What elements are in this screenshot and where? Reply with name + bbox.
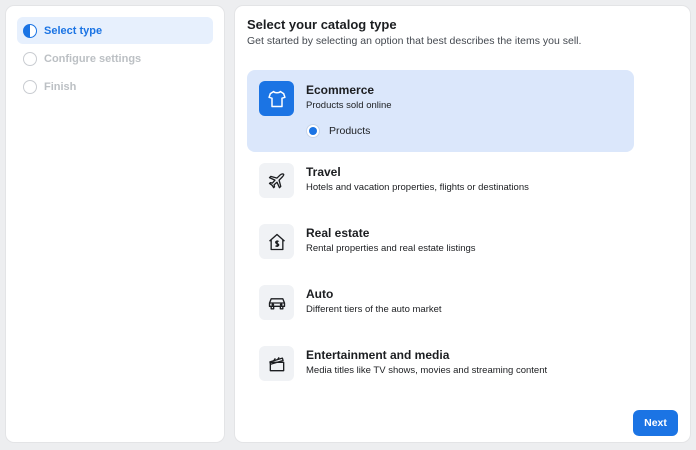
- step-label: Configure settings: [44, 52, 142, 65]
- option-title: Travel: [306, 165, 341, 179]
- option-description: Rental properties and real estate listin…: [306, 243, 476, 254]
- option-title: Auto: [306, 287, 334, 301]
- steps-panel: Select type Configure settings Finish: [6, 6, 224, 442]
- clapperboard-icon: [259, 346, 294, 381]
- car-icon: [259, 285, 294, 320]
- option-description: Products sold online: [306, 100, 392, 111]
- option-travel[interactable]: Travel Hotels and vacation properties, f…: [247, 152, 634, 213]
- option-title: Entertainment and media: [306, 348, 450, 362]
- option-auto[interactable]: Auto Different tiers of the auto market: [247, 274, 634, 335]
- half-filled-circle-icon: [23, 23, 37, 38]
- step-finish[interactable]: Finish: [17, 73, 213, 100]
- option-description: Hotels and vacation properties, flights …: [306, 182, 529, 193]
- empty-circle-icon: [23, 79, 37, 94]
- radio-label: Products: [329, 125, 371, 137]
- catalog-type-panel: Select your catalog type Get started by …: [235, 6, 690, 442]
- products-radio[interactable]: Products: [306, 124, 392, 138]
- empty-circle-icon: [23, 51, 37, 66]
- option-description: Media titles like TV shows, movies and s…: [306, 365, 548, 376]
- step-configure-settings[interactable]: Configure settings: [17, 45, 213, 72]
- option-entertainment-media[interactable]: Entertainment and media Media titles lik…: [247, 335, 634, 396]
- option-description: Different tiers of the auto market: [306, 304, 442, 315]
- next-button[interactable]: Next: [633, 410, 678, 436]
- option-real-estate[interactable]: Real estate Rental properties and real e…: [247, 213, 634, 274]
- option-ecommerce[interactable]: Ecommerce Products sold online Products: [247, 70, 634, 152]
- page-subtitle: Get started by selecting an option that …: [247, 35, 582, 47]
- step-label: Select type: [44, 24, 103, 37]
- option-title: Ecommerce: [306, 83, 375, 97]
- house-dollar-icon: [259, 224, 294, 259]
- plane-icon: [259, 163, 294, 198]
- option-title: Real estate: [306, 226, 370, 240]
- step-label: Finish: [44, 80, 77, 93]
- step-select-type[interactable]: Select type: [17, 17, 213, 44]
- catalog-option-list: Ecommerce Products sold online Products …: [247, 70, 634, 396]
- page-title: Select your catalog type: [247, 17, 397, 32]
- shirt-icon: [259, 81, 294, 116]
- radio-selected-icon: [306, 124, 320, 138]
